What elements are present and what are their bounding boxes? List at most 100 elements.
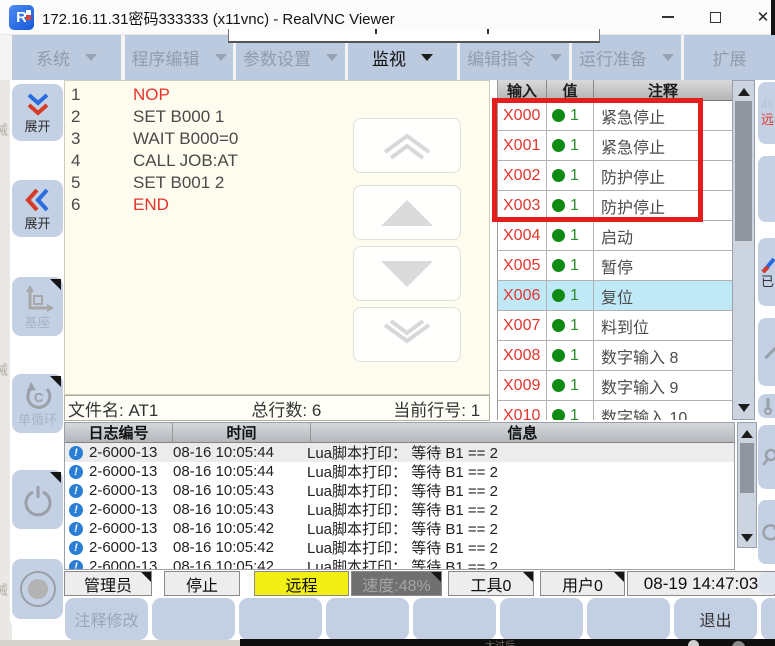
line-number: 3 [65,129,133,149]
io-monitor-table[interactable]: 输入 值 注释 X0001紧急停止 X0011紧急停止 X0021防护停止 X0… [497,80,732,420]
log-row[interactable]: !2-6000-1308-16 10:05:43Lua脚本打印： 等待 B1 =… [65,481,734,500]
line-number: 1 [65,85,133,105]
io-value-text: 1 [570,377,579,395]
io-row-x008[interactable]: X0081数字输入 8 [498,341,732,371]
line-down-button[interactable] [353,246,461,301]
col-comment: 注释 [594,80,732,100]
maximize-button[interactable] [693,0,737,34]
power-button[interactable] [12,470,63,529]
single-cycle-button[interactable]: C 单循环 [12,374,63,433]
scroll-down-icon[interactable] [741,534,753,542]
code-line[interactable]: 1NOP [65,84,489,106]
right-cut-button-8[interactable] [758,572,775,594]
log-message: Lua脚本打印： 等待 B1 == 2 [307,442,498,463]
right-cut-button-remote[interactable]: 48 远 [758,82,775,144]
log-row[interactable]: !2-6000-1308-16 10:05:42Lua脚本打印： 等待 B1 =… [65,538,734,557]
scroll-up-icon[interactable] [738,88,750,96]
line-number: 6 [65,195,133,215]
status-user[interactable]: 用户0 [540,571,625,596]
record-button[interactable] [12,559,63,619]
right-cut-button-5[interactable] [758,394,775,418]
program-editor[interactable]: 1NOP 2SET B000 1 3WAIT B000=0 4CALL JOB:… [64,80,490,395]
page-up-button[interactable] [353,118,461,173]
softkey-button-cut[interactable] [761,598,775,640]
info-icon: ! [69,541,83,555]
io-row-x003[interactable]: X0031防护停止 [498,191,732,221]
watermark-glyph: 械 [0,580,8,600]
io-value: 1 [547,191,594,220]
right-cut-button-pen[interactable] [758,318,775,386]
io-row-x009[interactable]: X0091数字输入 9 [498,371,732,401]
scrollbar-thumb[interactable] [740,443,754,493]
expand-down-button[interactable]: 展开 [12,84,63,141]
log-scrollbar[interactable] [737,422,757,548]
line-up-button[interactable] [353,185,461,240]
col-log-id: 日志编号 [65,423,173,442]
base-frame-button[interactable]: 基座 [12,277,63,336]
green-dot-icon [552,349,565,362]
instruction: NOP [133,85,170,105]
right-cut-button-rotate[interactable] [758,500,775,564]
softkey-button-3[interactable] [239,598,322,640]
menu-label: 系统 [36,45,70,70]
io-row-x010[interactable]: X0101数字输入 10 [498,401,732,420]
right-cut-button-enable[interactable]: 已 [758,238,775,306]
tool-icon [761,397,775,415]
exit-button[interactable]: 退出 [674,598,757,640]
log-row[interactable]: !2-6000-1308-16 10:05:44Lua脚本打印： 等待 B1 =… [65,462,734,481]
menu-label: 运行准备 [579,45,647,70]
io-row-x006-selected[interactable]: X0061复位 [498,281,732,311]
io-row-x001[interactable]: X0011紧急停止 [498,131,732,161]
io-id: X005 [498,251,547,280]
io-row-x005[interactable]: X0051暂停 [498,251,732,281]
io-row-x000[interactable]: X0001紧急停止 [498,101,732,131]
io-row-x007[interactable]: X0071料到位 [498,311,732,341]
log-row[interactable]: !2-6000-1308-16 10:05:42Lua脚本打印： 等待 B1 =… [65,519,734,538]
softkey-button-6[interactable] [500,598,583,640]
log-time: 08-16 10:05:42 [173,539,307,556]
record-icon [18,569,58,609]
io-row-x004[interactable]: X0041启动 [498,221,732,251]
double-chevron-left-icon [24,187,52,215]
softkey-button-5[interactable] [413,598,496,640]
softkey-button-2[interactable] [152,598,235,640]
log-panel[interactable]: 日志编号 时间 信息 !2-6000-1308-16 10:05:44Lua脚本… [64,422,735,570]
pen-icon [761,256,775,274]
status-speed[interactable]: 速度:48% [351,571,442,596]
comment-edit-button[interactable]: 注释修改 [65,598,148,640]
log-message: Lua脚本打印： 等待 B1 == 2 [307,518,498,539]
right-cut-button-2[interactable] [758,156,775,222]
scroll-up-icon[interactable] [741,430,753,438]
log-time: 08-16 10:05:44 [173,463,307,480]
menu-system[interactable]: 系统 [12,35,121,80]
taskbar-icon-fragment [732,641,745,646]
menu-extend[interactable]: 扩展 [684,35,775,80]
scroll-down-icon[interactable] [738,404,750,412]
softkey-button-4[interactable] [326,598,409,640]
menu-program-edit[interactable]: 程序编辑 [125,35,233,80]
line-number: 5 [65,173,133,193]
scrollbar-thumb[interactable] [735,101,752,241]
page-down-button[interactable] [353,307,461,362]
io-value: 1 [547,281,594,310]
io-row-x002[interactable]: X0021防护停止 [498,161,732,191]
io-value-text: 1 [570,107,579,125]
status-run-state[interactable]: 停止 [164,571,240,596]
status-tool[interactable]: 工具0 [448,571,534,596]
tool-label: 工具0 [471,572,512,596]
log-row[interactable]: !2-6000-1308-16 10:05:43Lua脚本打印： 等待 B1 =… [65,500,734,519]
io-id: X001 [498,131,547,160]
status-mode-remote[interactable]: 远程 [254,571,349,596]
right-cut-button-search[interactable] [758,425,775,489]
status-role[interactable]: 管理员 [64,571,152,596]
magnifier-icon [761,448,775,466]
minimize-button[interactable] [646,0,690,34]
io-value-text: 1 [570,197,579,215]
io-scrollbar[interactable] [732,80,755,420]
role-label: 管理员 [84,572,132,596]
softkey-button-7[interactable] [587,598,670,640]
expand-left-button[interactable]: 展开 [12,180,63,237]
log-row[interactable]: !2-6000-1308-16 10:05:42Lua脚本打印： 等待 B1 =… [65,557,734,570]
log-row[interactable]: !2-6000-1308-16 10:05:44Lua脚本打印： 等待 B1 =… [65,443,734,462]
svg-text:C: C [34,390,44,405]
